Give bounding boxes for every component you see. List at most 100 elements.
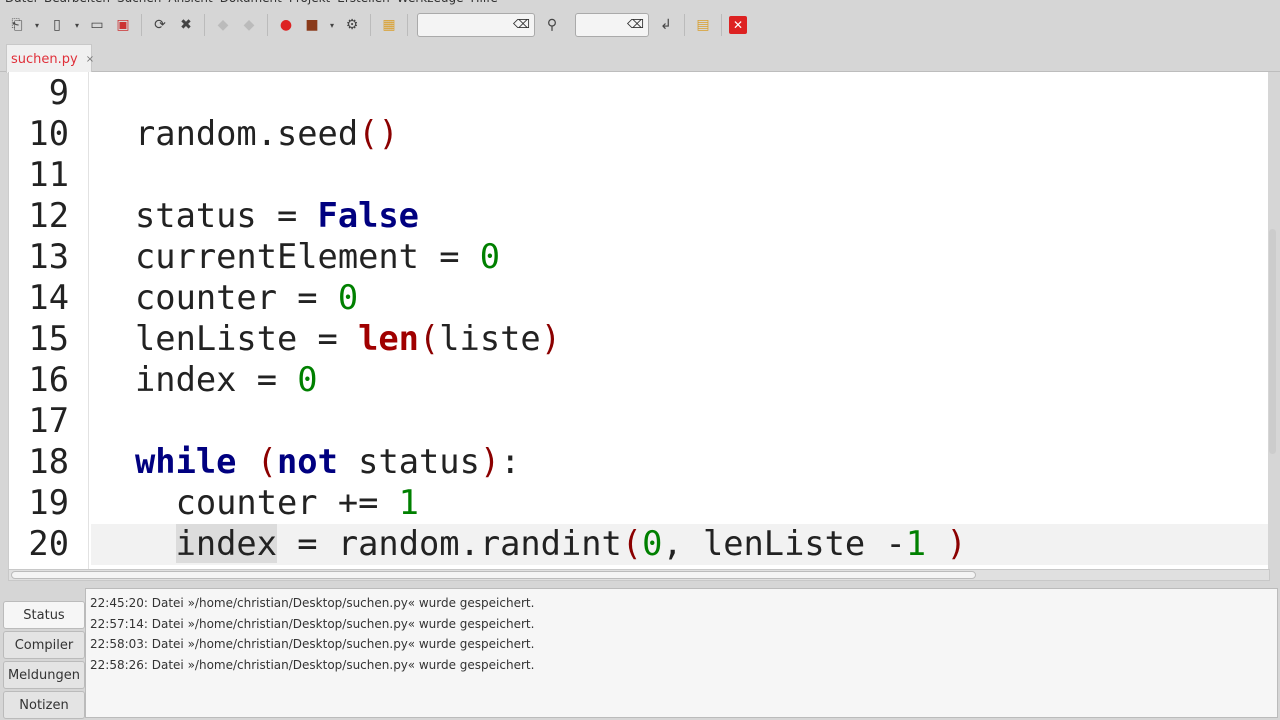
horizontal-scrollbar[interactable]	[8, 569, 1270, 581]
forward-icon[interactable]: ◆	[238, 14, 260, 36]
quit-icon[interactable]: ✕	[729, 16, 747, 34]
code-line[interactable]: counter += 1	[135, 482, 419, 523]
code-token: (	[621, 524, 643, 563]
code-editor[interactable]: 9 10 random.seed() 11 12 status = False 13 curr…	[8, 72, 1268, 569]
menu-bar: Datei Bearbeiten Suchen Ansicht Dokument Proj…	[0, 0, 500, 5]
code-token: counter +=	[135, 483, 399, 522]
line-number: 14	[28, 278, 69, 317]
save-icon[interactable]: ▭	[86, 14, 108, 36]
line-number: 11	[28, 155, 69, 194]
code-token: )	[946, 524, 967, 563]
menu-suchen[interactable]: Suchen	[117, 0, 161, 5]
code-token: random.seed	[135, 114, 359, 153]
code-token: len	[358, 319, 419, 358]
code-token: :	[500, 442, 521, 481]
tab-notizen[interactable]: Notizen	[3, 691, 85, 719]
code-token: counter =	[135, 278, 338, 317]
compile-icon[interactable]: ●	[275, 14, 297, 36]
code-line[interactable]: status = False	[135, 195, 419, 236]
separator	[407, 14, 408, 36]
line-number: 9	[48, 73, 69, 112]
clear-search-icon[interactable]: ⌫	[513, 17, 530, 31]
line-number: 15	[28, 319, 69, 358]
code-token: )	[479, 442, 501, 481]
code-token: status	[337, 442, 480, 481]
close-file-icon[interactable]: ✖	[175, 14, 197, 36]
preferences-icon[interactable]: ▤	[692, 14, 714, 36]
code-token: not	[277, 442, 338, 481]
code-token: index	[175, 524, 277, 563]
separator	[721, 14, 722, 36]
save-all-icon[interactable]: ▣	[112, 14, 134, 36]
line-number: 10	[28, 114, 69, 153]
status-log: 22:45:20: Datei »/home/christian/Desktop…	[85, 588, 1278, 718]
separator	[267, 14, 268, 36]
separator	[141, 14, 142, 36]
log-entry: 22:58:26: Datei »/home/christian/Desktop…	[90, 658, 535, 673]
menu-hilfe[interactable]: Hilfe	[471, 0, 498, 5]
code-line[interactable]: while (not status):	[135, 441, 520, 482]
back-icon[interactable]: ◆	[212, 14, 234, 36]
log-entry: 22:57:14: Datei »/home/christian/Desktop…	[90, 616, 535, 631]
code-token: liste	[439, 319, 541, 358]
search-icon[interactable]: ⚲	[541, 14, 563, 36]
message-panel: Status Compiler Meldungen Notizen 22:45:20:…	[0, 588, 1280, 720]
horizontal-scroll-thumb[interactable]	[11, 571, 976, 579]
code-token: (	[256, 442, 278, 481]
menu-datei[interactable]: Datei	[5, 0, 37, 5]
code-line[interactable]: lenListe = len(liste)	[135, 318, 561, 359]
separator	[370, 14, 371, 36]
code-token: 1	[398, 483, 419, 522]
code-token: 1	[905, 524, 927, 563]
line-number: 17	[28, 401, 69, 440]
search-input[interactable]: ⌫	[417, 13, 535, 37]
menu-bearbeiten[interactable]: Bearbeiten	[44, 0, 110, 5]
goto-line-input[interactable]: ⌫	[575, 13, 649, 37]
menu-projekt[interactable]: Projekt	[289, 0, 330, 5]
vertical-scroll-thumb[interactable]	[1269, 229, 1276, 454]
log-entry: 22:45:20: Datei »/home/christian/Desktop…	[90, 596, 535, 610]
close-tab-icon[interactable]: ×	[86, 54, 94, 65]
menu-erstellen[interactable]: Erstellen	[337, 0, 390, 5]
code-token: 0	[479, 237, 501, 276]
message-tabs: Status Compiler Meldungen Notizen	[3, 588, 85, 719]
tab-suchen-py[interactable]: suchen.py ×	[6, 44, 94, 73]
open-file-icon[interactable]: ▯	[46, 14, 68, 36]
code-token: )	[540, 319, 561, 358]
tab-meldungen[interactable]: Meldungen	[3, 661, 85, 689]
line-number: 19	[28, 483, 69, 522]
line-number: 12	[28, 196, 69, 235]
log-entry: 22:58:03: Datei »/home/christian/Desktop…	[90, 637, 535, 652]
code-line[interactable]: currentElement = 0	[135, 236, 500, 277]
code-token: 0	[337, 278, 359, 317]
reload-icon[interactable]: ⟳	[149, 14, 171, 36]
toolbar: ⎗ ▾ ▯ ▾ ▭ ▣ ⟳ ✖ ◆ ◆ ● ■ ▾ ⚙ ▦ ⌫ ⚲ ⌫ ↲ ▤ ✕	[0, 8, 1280, 42]
clear-goto-icon[interactable]: ⌫	[627, 17, 644, 31]
code-line[interactable]: index = 0	[135, 359, 318, 400]
code-token: status =	[135, 196, 318, 235]
run-gear-icon[interactable]: ⚙	[341, 14, 363, 36]
build-dropdown-icon[interactable]: ▾	[327, 14, 337, 36]
color-chooser-icon[interactable]: ▦	[378, 14, 400, 36]
code-token: (	[418, 319, 440, 358]
tab-status[interactable]: Status	[3, 601, 85, 629]
menu-ansicht[interactable]: Ansicht	[168, 0, 212, 5]
code-line[interactable]: random.seed()	[135, 113, 399, 154]
code-token: while	[135, 442, 237, 481]
goto-line-icon[interactable]: ↲	[655, 14, 677, 36]
open-dropdown-icon[interactable]: ▾	[72, 14, 82, 36]
code-token: , lenListe -	[662, 524, 906, 563]
build-icon[interactable]: ■	[301, 14, 323, 36]
menu-werkzeuge[interactable]: Werkzeuge	[397, 0, 464, 5]
new-dropdown-icon[interactable]: ▾	[32, 14, 42, 36]
tab-compiler[interactable]: Compiler	[3, 631, 85, 659]
separator	[204, 14, 205, 36]
code-line[interactable]: counter = 0	[135, 277, 358, 318]
menu-dokument[interactable]: Dokument	[220, 0, 282, 5]
code-line[interactable]: index = random.randint(0, lenListe -1 )	[135, 523, 967, 564]
new-file-icon[interactable]: ⎗	[6, 14, 28, 36]
vertical-scrollbar[interactable]	[1268, 74, 1278, 568]
